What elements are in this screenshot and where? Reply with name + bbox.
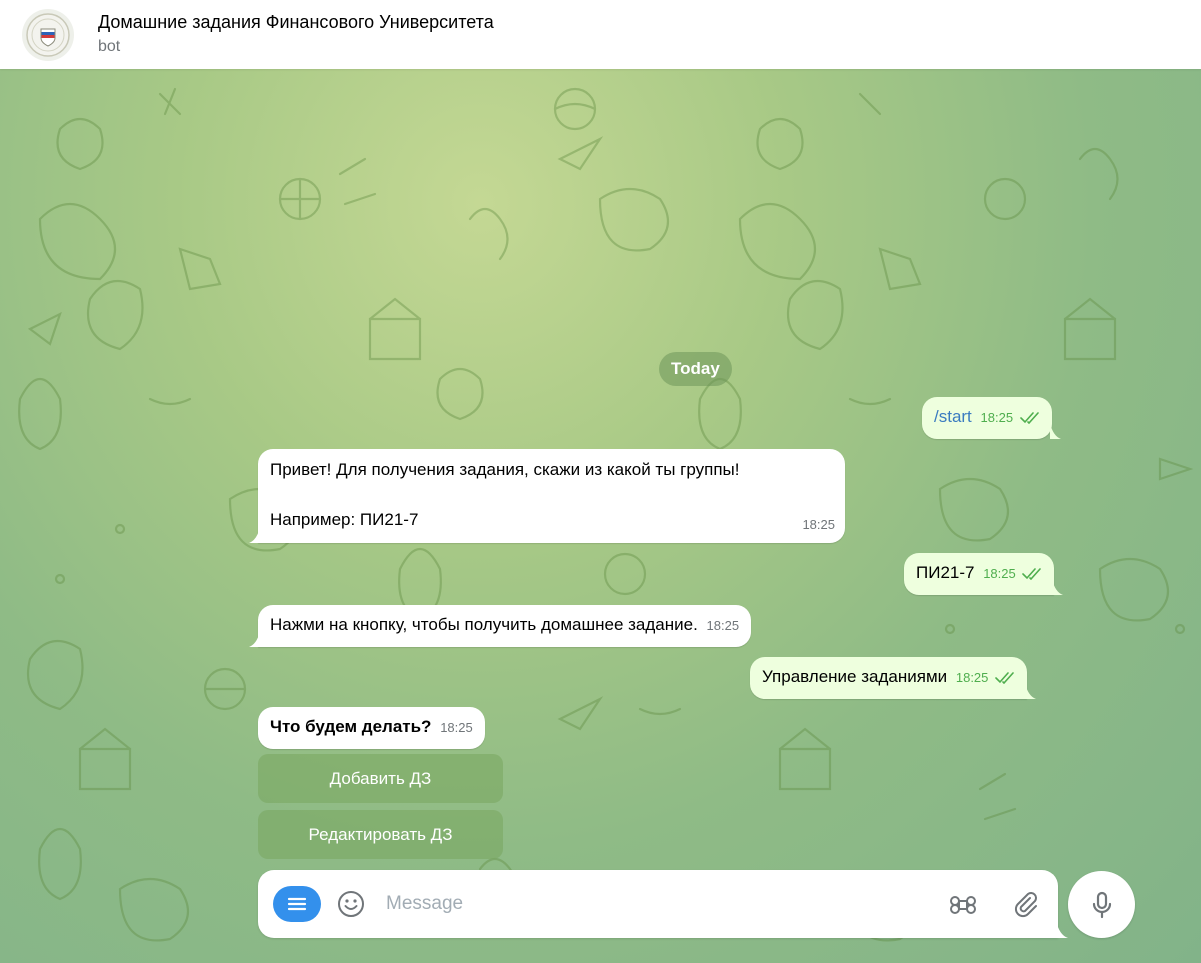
message-time: 18:25 (983, 566, 1016, 581)
read-checkmarks-icon (995, 671, 1014, 684)
bot-menu-button[interactable] (273, 886, 321, 922)
university-emblem-icon (26, 13, 70, 57)
composer-tail (1056, 920, 1068, 938)
date-separator: Today (659, 352, 732, 386)
bubble-tail (249, 631, 260, 647)
message-composer (258, 870, 1068, 938)
chat-title[interactable]: Домашние задания Финансового Университет… (98, 11, 494, 33)
microphone-icon (1092, 891, 1111, 918)
smile-icon[interactable] (337, 890, 365, 918)
inline-button-add-homework[interactable]: Добавить ДЗ (258, 754, 503, 803)
menu-icon (287, 897, 307, 911)
message-time: 18:25 (802, 517, 835, 532)
chat-subtitle: bot (98, 38, 121, 55)
read-checkmarks-icon (1022, 567, 1042, 580)
bubble-tail (1052, 579, 1064, 595)
message-incoming[interactable]: Что будем делать? 18:25 (258, 707, 485, 749)
message-text-line: Например: ПИ21-7 (270, 510, 419, 529)
message-input[interactable] (386, 888, 926, 920)
read-checkmarks-icon (1020, 411, 1039, 424)
bot-avatar[interactable] (22, 9, 74, 61)
message-incoming[interactable]: Привет! Для получения задания, скажи из … (249, 449, 845, 543)
bubble-tail (1025, 683, 1037, 699)
paperclip-icon[interactable] (1010, 889, 1040, 919)
bubble-tail (1049, 423, 1061, 439)
chat-background: Today /start 18:25 Привет! Для получения… (0, 69, 1201, 963)
message-text: Нажми на кнопку, чтобы получить домашнее… (270, 615, 698, 634)
bot-command-link[interactable]: /start (934, 407, 972, 426)
message-text: Управление заданиями (762, 667, 948, 686)
inline-button-edit-homework[interactable]: Редактировать ДЗ (258, 810, 503, 859)
message-time: 18:25 (440, 720, 473, 735)
message-time: 18:25 (955, 670, 989, 685)
message-time: 18:25 (980, 410, 1014, 425)
message-outgoing[interactable]: ПИ21-7 18:25 (904, 553, 1064, 595)
chat-header[interactable]: Домашние задания Финансового Университет… (0, 0, 1201, 69)
message-incoming[interactable]: Нажми на кнопку, чтобы получить домашнее… (249, 605, 752, 647)
message-outgoing[interactable]: /start 18:25 (922, 397, 1061, 439)
message-text-line: Привет! Для получения задания, скажи из … (270, 460, 740, 479)
message-outgoing[interactable]: Управление заданиями 18:25 (750, 657, 1037, 699)
message-text: Что будем делать? (270, 717, 432, 736)
command-icon[interactable] (948, 890, 978, 920)
voice-record-button[interactable] (1068, 871, 1135, 938)
message-text: ПИ21-7 (916, 563, 975, 582)
bubble-tail (249, 527, 260, 543)
message-time: 18:25 (706, 618, 740, 633)
